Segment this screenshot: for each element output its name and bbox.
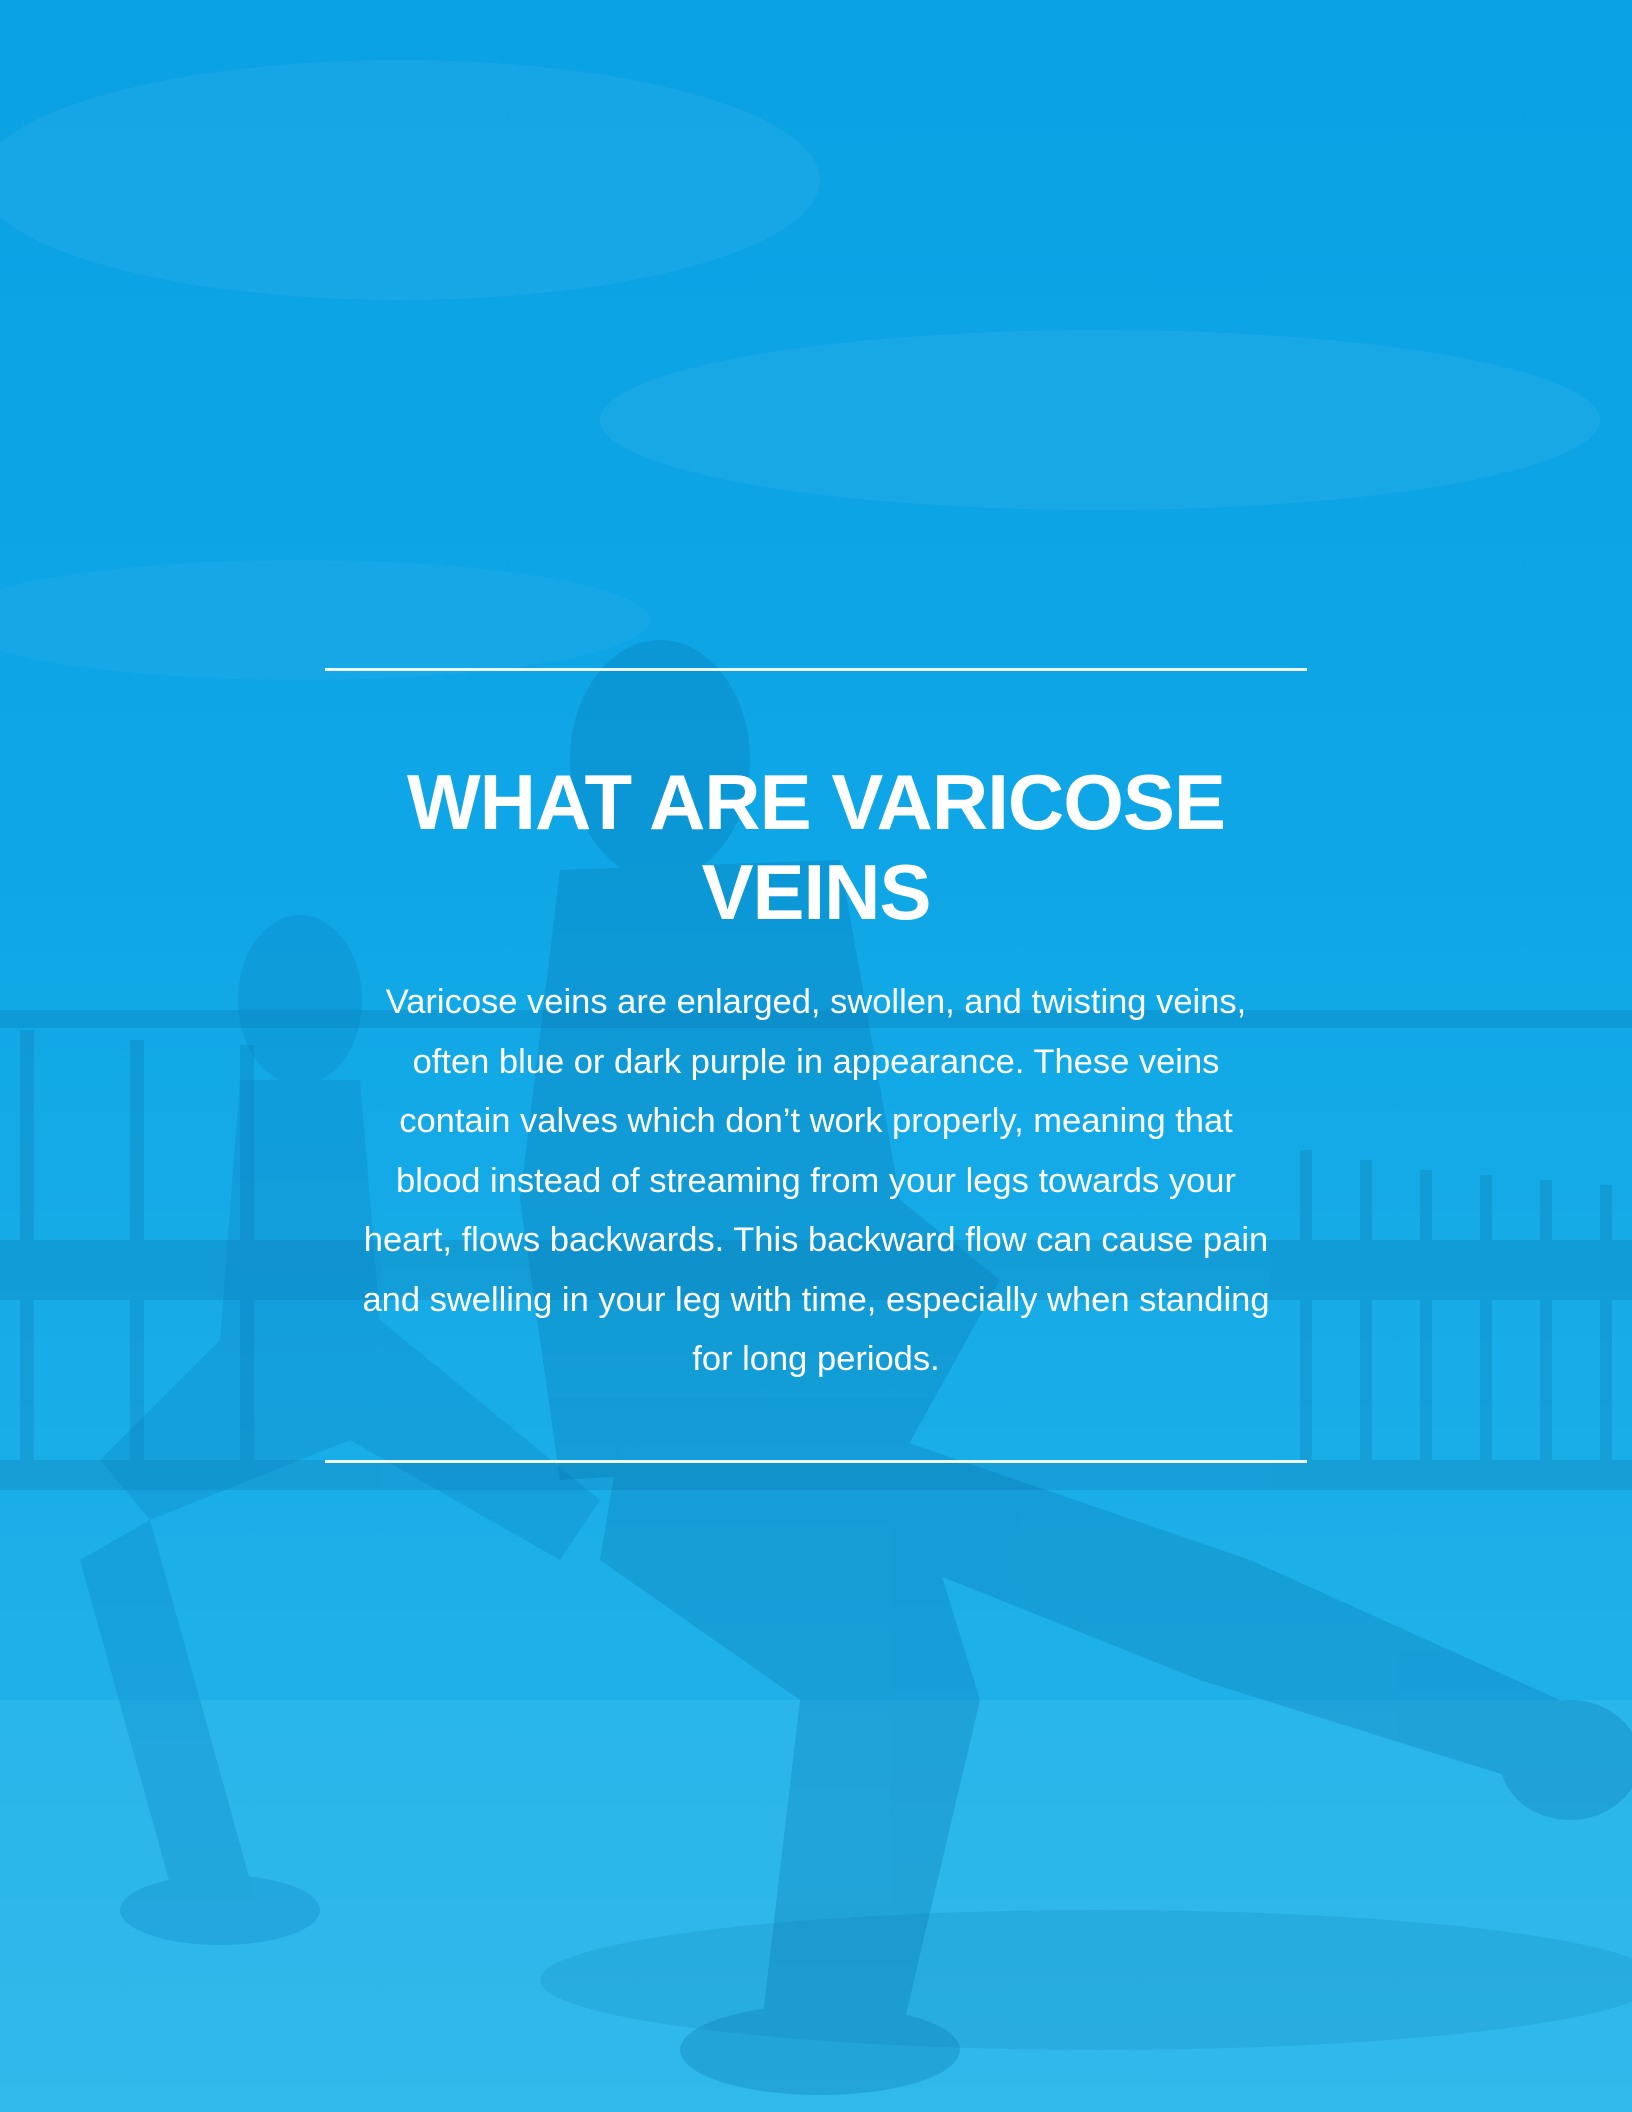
page: WHAT ARE VARICOSE VEINS Varicose veins a…	[0, 0, 1632, 2112]
section-title: WHAT ARE VARICOSE VEINS	[407, 758, 1226, 936]
top-divider	[325, 668, 1307, 671]
section-body: Varicose veins are enlarged, swollen, an…	[362, 983, 1270, 1378]
bottom-divider	[325, 1459, 1307, 1463]
info-section: WHAT ARE VARICOSE VEINS Varicose veins a…	[325, 668, 1307, 1463]
